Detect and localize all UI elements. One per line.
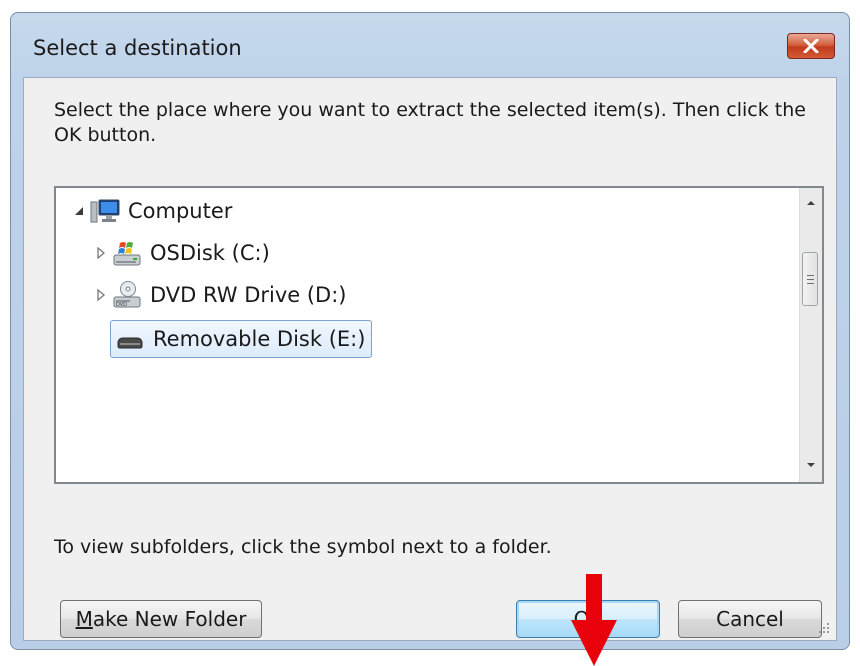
dialog-title: Select a destination <box>33 36 242 60</box>
folder-tree[interactable]: Computer OSDisk (C:) DVD DVD RW Drive (D… <box>54 186 824 484</box>
thumb-grip-line <box>807 275 814 276</box>
tree-item-label: Computer <box>128 199 233 223</box>
collapsed-triangle-icon[interactable] <box>94 288 108 302</box>
resize-grip-icon[interactable] <box>818 622 830 634</box>
close-button[interactable] <box>787 33 835 59</box>
vertical-scrollbar[interactable] <box>799 188 822 482</box>
windows-drive-icon <box>113 242 141 266</box>
title-bar[interactable]: Select a destination <box>11 13 849 77</box>
red-down-arrow-icon <box>571 574 617 666</box>
instruction-text: Select the place where you want to extra… <box>54 99 806 146</box>
mnemonic-char: M <box>75 607 93 631</box>
computer-icon <box>90 199 120 223</box>
svg-text:DVD: DVD <box>116 302 127 308</box>
scroll-down-arrow-icon[interactable] <box>805 460 817 470</box>
tree-item-dvd-drive[interactable]: DVD DVD RW Drive (D:) <box>94 278 347 312</box>
tree-item-removable-disk[interactable]: Removable Disk (E:) <box>110 320 373 358</box>
scroll-thumb[interactable] <box>802 252 818 306</box>
cancel-button[interactable]: Cancel <box>678 600 822 638</box>
dialog-body: Select the place where you want to extra… <box>23 77 837 666</box>
dvd-drive-icon: DVD <box>113 281 141 308</box>
removable-disk-icon <box>117 337 143 349</box>
scroll-up-arrow-icon[interactable] <box>805 198 817 208</box>
hint-text: To view subfolders, click the symbol nex… <box>54 536 552 558</box>
tree-item-computer[interactable]: Computer <box>72 194 232 228</box>
tree-item-label: OSDisk (C:) <box>150 241 270 265</box>
button-label: ake New Folder <box>92 607 247 631</box>
thumb-grip-line <box>807 283 814 284</box>
tree-item-label: DVD RW Drive (D:) <box>150 283 347 307</box>
thumb-grip-line <box>807 279 814 280</box>
collapsed-triangle-icon[interactable] <box>94 246 108 260</box>
close-x-icon <box>803 39 819 53</box>
make-new-folder-button[interactable]: Make New Folder <box>60 600 262 638</box>
expanded-triangle-icon[interactable] <box>72 204 86 218</box>
tree-item-osdisk[interactable]: OSDisk (C:) <box>94 236 270 270</box>
tree-item-label: Removable Disk (E:) <box>153 327 366 351</box>
dialog-window: Select a destination Select the place wh… <box>10 12 850 666</box>
